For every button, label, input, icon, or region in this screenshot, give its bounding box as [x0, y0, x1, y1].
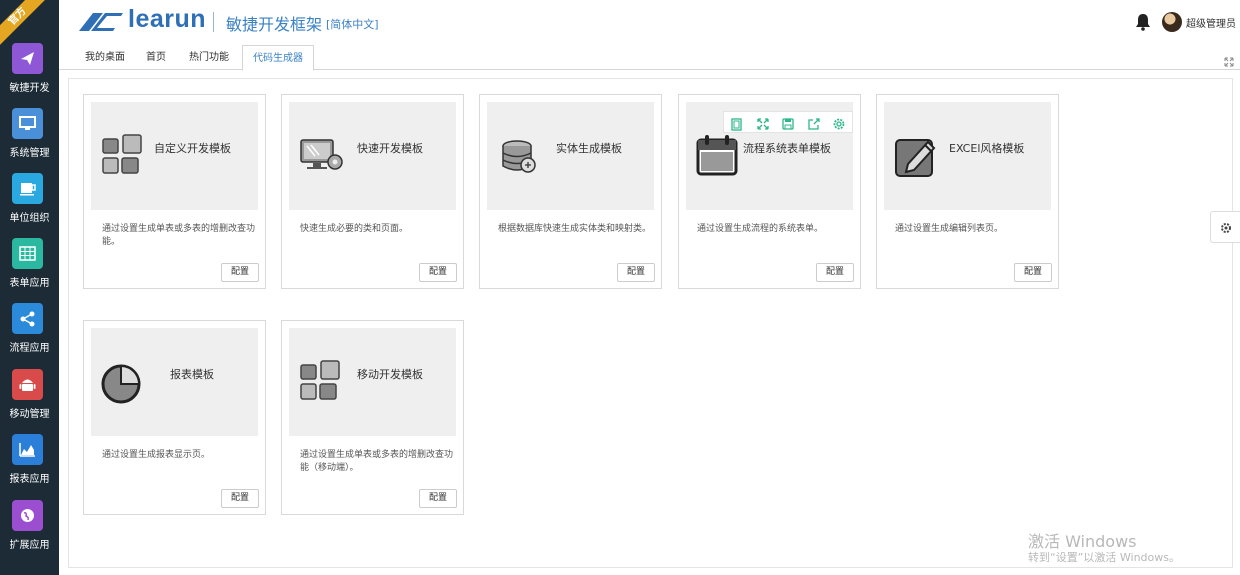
config-button[interactable]: 配置: [221, 263, 259, 282]
globe-icon: [12, 500, 43, 531]
sidebar-item-label: 扩展应用: [9, 540, 50, 551]
sidebar-item-label: 单位组织: [9, 213, 50, 224]
card-header: 移动开发模板: [289, 328, 456, 436]
tab-bar: 我的桌面 首页 热门功能 代码生成器: [59, 45, 1240, 71]
monitor-gear-icon: [299, 136, 343, 180]
sidebar-item-system[interactable]: 系统管理: [0, 108, 59, 170]
card-title: 报表模板: [170, 368, 214, 381]
card-header: 实体生成模板: [487, 102, 654, 210]
logo-text: learun: [128, 5, 207, 33]
sidebar-item-extend[interactable]: 扩展应用: [0, 500, 59, 562]
template-card[interactable]: 报表模板 通过设置生成报表显示页。 配置: [83, 320, 266, 515]
card-header: EXCEl风格模板: [884, 102, 1051, 210]
tab-home[interactable]: 首页: [137, 45, 175, 70]
edit-pen-icon: [894, 134, 938, 182]
grid-blocks-icon: [101, 134, 143, 180]
config-button[interactable]: 配置: [419, 489, 457, 508]
tab-my-desktop[interactable]: 我的桌面: [75, 45, 135, 70]
sidebar-item-label: 流程应用: [9, 343, 50, 354]
table-grid-icon: [12, 238, 43, 269]
template-card[interactable]: 移动开发模板 通过设置生成单表或多表的增删改查功能（移动端）。 配置: [281, 320, 464, 515]
card-header: 报表模板: [91, 328, 258, 436]
sidebar-item-agile-dev[interactable]: 敏捷开发: [0, 43, 59, 105]
gear-icon[interactable]: [832, 116, 846, 130]
coffee-cup-icon: [12, 173, 43, 204]
product-name: 敏捷开发框架: [226, 15, 323, 34]
username[interactable]: 超级管理员: [1186, 15, 1236, 30]
sidebar-item-org[interactable]: 单位组织: [0, 173, 59, 235]
header: learun 敏捷开发框架 [简体中文] 超级管理员: [59, 0, 1240, 45]
config-button[interactable]: 配置: [816, 263, 854, 282]
card-title: 流程系统表单模板: [743, 142, 831, 155]
windows-activation-hint: 转到“设置”以激活 Windows。: [1028, 551, 1180, 564]
save-icon[interactable]: [781, 116, 795, 130]
export-icon[interactable]: [807, 116, 821, 130]
sidebar-item-label: 报表应用: [9, 474, 50, 485]
gear-icon: [1221, 223, 1231, 233]
learun-logo-icon: [75, 11, 125, 37]
sidebar-item-form[interactable]: 表单应用: [0, 238, 59, 300]
sidebar-item-flow[interactable]: 流程应用: [0, 303, 59, 365]
sidebar-item-label: 移动管理: [9, 409, 50, 420]
sidebar-item-report[interactable]: 报表应用: [0, 434, 59, 496]
card-hover-toolbar: [723, 111, 853, 133]
config-button[interactable]: 配置: [221, 489, 259, 508]
sidebar-item-label: 敏捷开发: [9, 83, 50, 94]
sidebar: 官方 敏捷开发 系统管理 单位组织 表单应用 流程应用 移动管理 报表应用 扩展…: [0, 0, 59, 575]
pie-chart-icon: [101, 362, 145, 410]
bell-icon[interactable]: [1135, 13, 1151, 35]
theme-settings-button[interactable]: [1210, 211, 1240, 243]
sidebar-item-label: 系统管理: [9, 148, 50, 159]
avatar[interactable]: [1162, 12, 1182, 32]
paper-plane-icon: [12, 43, 43, 74]
template-card[interactable]: EXCEl风格模板 通过设置生成编辑列表页。 配置: [876, 94, 1059, 289]
card-description: 通过设置生成流程的系统表单。: [697, 224, 824, 234]
grid-blocks-icon: [299, 360, 341, 406]
monitor-icon: [12, 108, 43, 139]
card-description: 根据数据库快速生成实体类和映射类。: [498, 224, 652, 234]
expand-icon[interactable]: [756, 116, 770, 130]
config-button[interactable]: 配置: [617, 263, 655, 282]
config-button[interactable]: 配置: [1014, 263, 1052, 282]
language-switch[interactable]: [简体中文]: [326, 16, 379, 32]
tab-code-generator[interactable]: 代码生成器: [242, 45, 314, 71]
card-header: 快速开发模板: [289, 102, 456, 210]
template-card[interactable]: 自定义开发模板 通过设置生成单表或多表的增删改查功能。 配置: [83, 94, 266, 289]
card-header: 自定义开发模板: [91, 102, 258, 210]
card-description: 通过设置生成报表显示页。: [102, 450, 211, 460]
tab-hot-features[interactable]: 热门功能: [179, 45, 239, 70]
fullscreen-icon[interactable]: [1224, 52, 1234, 71]
card-title: 自定义开发模板: [154, 142, 231, 155]
copy-icon[interactable]: [730, 116, 744, 131]
database-icon: [501, 140, 539, 178]
official-badge: 官方: [0, 0, 49, 48]
logo-divider: [213, 12, 214, 32]
card-title: 实体生成模板: [556, 142, 622, 155]
sidebar-item-label: 表单应用: [9, 278, 50, 289]
share-nodes-icon: [12, 303, 43, 334]
card-description: 通过设置生成单表或多表的增删改查功能（移动端）。: [300, 450, 454, 473]
card-title: EXCEl风格模板: [949, 142, 1025, 155]
card-description: 快速生成必要的类和页面。: [300, 224, 409, 234]
template-card[interactable]: 实体生成模板 根据数据库快速生成实体类和映射类。 配置: [479, 94, 662, 289]
sidebar-item-mobile[interactable]: 移动管理: [0, 369, 59, 431]
card-title: 移动开发模板: [357, 368, 423, 381]
card-description: 通过设置生成单表或多表的增删改查功能。: [102, 224, 256, 247]
area-chart-icon: [12, 434, 43, 465]
card-description: 通过设置生成编辑列表页。: [895, 224, 1004, 234]
config-button[interactable]: 配置: [419, 263, 457, 282]
template-card[interactable]: 快速开发模板 快速生成必要的类和页面。 配置: [281, 94, 464, 289]
card-title: 快速开发模板: [357, 142, 423, 155]
android-icon: [12, 369, 43, 400]
calendar-icon: [696, 134, 740, 182]
